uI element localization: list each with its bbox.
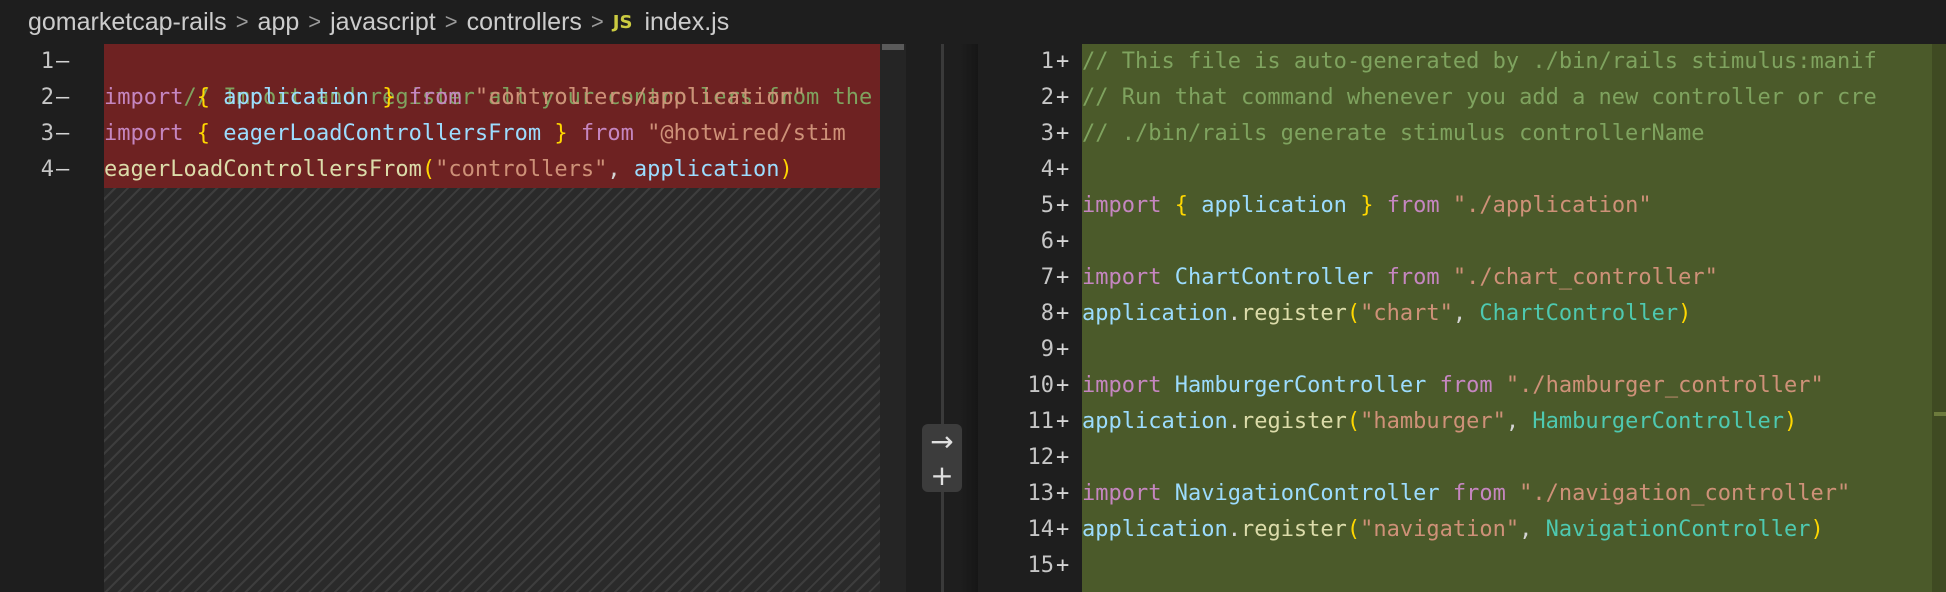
code-line[interactable]: // Run that command whenever you add a n… (1082, 80, 1877, 116)
diff-modified-pane[interactable]: 1+ 2+ 3+ 4+ 5+ 6+ 7+ 8+ 9+ 10+ 11+ 12+ 1… (978, 44, 1946, 592)
chevron-right-icon: > (308, 9, 322, 34)
empty-diff-region (104, 188, 906, 592)
code-line[interactable]: application.register("chart", ChartContr… (1082, 296, 1691, 332)
line-number-gutter: 1+ 2+ 3+ 4+ 5+ 6+ 7+ 8+ 9+ 10+ 11+ 12+ 1… (978, 44, 1082, 592)
divider-shadow (960, 44, 978, 592)
line-number: 1+ (1040, 49, 1070, 74)
line-number: 14+ (1027, 517, 1070, 542)
line-number-gutter: 1— 2— 3— 4— (0, 44, 104, 592)
breadcrumb-item-project[interactable]: gomarketcap-rails (28, 8, 227, 37)
line-number: 8+ (1040, 301, 1070, 326)
diff-original-pane[interactable]: 1— 2— 3— 4— // Import and register all y… (0, 44, 906, 592)
breadcrumb-item-controllers[interactable]: controllers (467, 8, 582, 37)
code-line[interactable]: application.register("hamburger", Hambur… (1082, 404, 1797, 440)
breadcrumb-item-file[interactable]: index.js (644, 8, 729, 37)
original-scrollbar[interactable] (880, 44, 906, 592)
line-number: 2— (40, 85, 70, 110)
line-number: 9+ (1040, 337, 1070, 362)
code-line[interactable]: // Import and register all your controll… (104, 44, 906, 110)
breadcrumb-item-app[interactable]: app (258, 8, 300, 37)
diff-actions: → + (922, 424, 962, 492)
code-line[interactable]: import { application } from "controllers… (104, 80, 806, 116)
line-number: 4+ (1040, 157, 1070, 182)
line-number: 10+ (1027, 373, 1070, 398)
code-line[interactable]: import ChartController from "./chart_con… (1082, 260, 1718, 296)
plus-icon[interactable]: + (922, 458, 962, 492)
chevron-right-icon: > (235, 9, 249, 34)
code-line[interactable]: import { eagerLoadControllersFrom } from… (104, 116, 846, 152)
breadcrumb-item-javascript[interactable]: javascript (330, 8, 436, 37)
code-editor-original[interactable]: // Import and register all your controll… (104, 44, 906, 592)
code-line[interactable]: eagerLoadControllersFrom("controllers", … (104, 152, 793, 188)
line-number: 4— (40, 157, 70, 182)
line-number: 12+ (1027, 445, 1070, 470)
chevron-right-icon: > (444, 9, 458, 34)
code-line[interactable]: import HamburgerController from "./hambu… (1082, 368, 1824, 404)
line-number: 3+ (1040, 121, 1070, 146)
code-line[interactable]: import { application } from "./applicati… (1082, 188, 1652, 224)
modified-scrollbar[interactable] (1932, 44, 1946, 592)
chevron-right-icon: > (590, 9, 604, 34)
code-line[interactable]: application.register("navigation", Navig… (1082, 512, 1824, 548)
line-number: 3— (40, 121, 70, 146)
line-number: 11+ (1027, 409, 1070, 434)
line-number: 5+ (1040, 193, 1070, 218)
scrollbar-thumb[interactable] (882, 44, 904, 50)
javascript-file-icon: JS (612, 11, 633, 33)
line-number: 13+ (1027, 481, 1070, 506)
line-number: 6+ (1040, 229, 1070, 254)
code-line[interactable]: // ./bin/rails generate stimulus control… (1082, 116, 1705, 152)
line-number: 15+ (1027, 553, 1070, 578)
diff-sash[interactable] (941, 44, 944, 592)
line-number: 7+ (1040, 265, 1070, 290)
arrow-right-icon[interactable]: → (922, 424, 962, 458)
line-number: 1— (40, 49, 70, 74)
scrollbar-marker (1934, 412, 1946, 416)
line-number: 2+ (1040, 85, 1070, 110)
code-line[interactable]: import NavigationController from "./navi… (1082, 476, 1850, 512)
code-editor-modified[interactable]: // This file is auto-generated by ./bin/… (1082, 44, 1946, 592)
code-line[interactable]: // This file is auto-generated by ./bin/… (1082, 44, 1877, 80)
breadcrumb: gomarketcap-rails > app > javascript > c… (0, 0, 1946, 44)
